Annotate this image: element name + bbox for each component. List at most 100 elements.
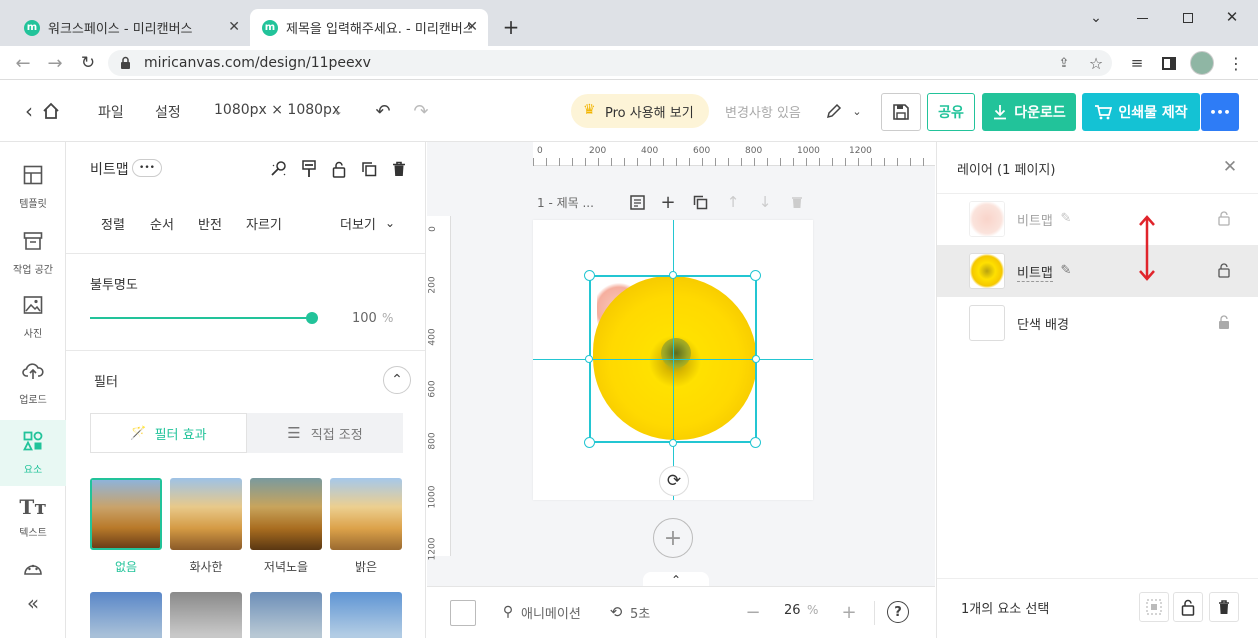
lock-selection-icon[interactable] bbox=[1173, 592, 1203, 622]
layer-row-background[interactable]: 단색 배경 bbox=[937, 297, 1258, 349]
resize-handle-w[interactable] bbox=[585, 355, 593, 363]
filter-thumb-none[interactable] bbox=[90, 478, 162, 550]
filter-thumb-sunset[interactable] bbox=[250, 478, 322, 550]
duplicate-icon[interactable] bbox=[357, 158, 381, 180]
help-icon[interactable]: ? bbox=[887, 601, 909, 623]
save-button[interactable] bbox=[881, 93, 921, 131]
resize-handle-sw[interactable] bbox=[584, 437, 595, 448]
tab-filter-effect[interactable]: 🪄 필터 효과 bbox=[90, 413, 247, 453]
browser-tab-workspace[interactable]: m 워크스페이스 - 미리캔버스 ✕ bbox=[12, 9, 250, 46]
new-tab-icon[interactable]: + bbox=[500, 15, 522, 39]
share-page-icon[interactable]: ⇪ bbox=[1054, 53, 1074, 73]
close-tab-icon[interactable]: ✕ bbox=[228, 19, 240, 35]
profile-avatar[interactable] bbox=[1190, 51, 1214, 75]
pen-tool-icon[interactable] bbox=[824, 100, 844, 122]
zoom-out-icon[interactable]: − bbox=[743, 602, 763, 623]
nav-photo[interactable]: 사진 bbox=[0, 286, 66, 348]
page-memo-icon[interactable] bbox=[627, 192, 647, 212]
layer-name[interactable]: 비트맵 bbox=[1017, 210, 1053, 229]
layer-lock-icon[interactable] bbox=[1215, 312, 1233, 332]
filter-thumb[interactable] bbox=[170, 592, 242, 638]
tool-crop[interactable]: 자르기 bbox=[246, 214, 282, 233]
duplicate-page-icon[interactable] bbox=[690, 192, 710, 212]
delete-selection-icon[interactable] bbox=[1209, 592, 1239, 622]
minimize-icon[interactable] bbox=[1132, 8, 1152, 28]
layer-name[interactable]: 단색 배경 bbox=[1017, 314, 1069, 333]
opacity-value[interactable]: 100 bbox=[352, 311, 377, 326]
resize-handle-s[interactable] bbox=[669, 439, 677, 447]
tab-search-chevron-icon[interactable]: ⌄ bbox=[1086, 8, 1106, 28]
lock-element-icon[interactable] bbox=[327, 158, 351, 180]
layer-row-pink-bitmap[interactable]: 비트맵 ✎ bbox=[937, 193, 1258, 245]
nav-upload[interactable]: 업로드 bbox=[0, 352, 66, 414]
layer-lock-icon[interactable] bbox=[1215, 260, 1233, 280]
resize-handle-n[interactable] bbox=[669, 271, 677, 279]
opacity-slider[interactable] bbox=[90, 312, 318, 324]
reload-icon[interactable]: ↻ bbox=[77, 52, 99, 74]
tool-align[interactable]: 정렬 bbox=[101, 214, 125, 233]
undo-icon[interactable]: ↶ bbox=[372, 100, 394, 122]
animation-button[interactable]: 애니메이션 bbox=[521, 603, 581, 622]
rotate-handle-icon[interactable]: ⟳ bbox=[659, 466, 689, 496]
menu-settings[interactable]: 설정 bbox=[155, 102, 181, 122]
style-copy-icon[interactable] bbox=[297, 158, 321, 180]
move-page-up-icon[interactable]: ↑ bbox=[723, 192, 743, 212]
layer-lock-icon[interactable] bbox=[1215, 208, 1233, 228]
reading-list-icon[interactable]: ≡ bbox=[1126, 52, 1148, 74]
delete-page-icon[interactable] bbox=[787, 192, 807, 212]
resize-handle-se[interactable] bbox=[750, 437, 761, 448]
filter-thumb[interactable] bbox=[90, 592, 162, 638]
size-chevron-icon[interactable]: ⌄ bbox=[330, 100, 346, 122]
nav-elements[interactable]: 요소 bbox=[0, 420, 66, 486]
layer-row-yellow-bitmap[interactable]: 비트맵 ✎ bbox=[937, 245, 1258, 297]
filter-thumb[interactable] bbox=[250, 592, 322, 638]
download-button[interactable]: 다운로드 bbox=[982, 93, 1076, 131]
print-order-button[interactable]: 인쇄물 제작 bbox=[1082, 93, 1200, 131]
collapse-nav-icon[interactable]: « bbox=[22, 591, 44, 615]
nav-text[interactable]: Tт 텍스트 bbox=[0, 486, 66, 548]
resize-handle-ne[interactable] bbox=[750, 270, 761, 281]
opacity-slider-knob[interactable] bbox=[306, 312, 318, 324]
share-button[interactable]: 공유 bbox=[927, 93, 975, 131]
nav-workspace[interactable]: 작업 공간 bbox=[0, 222, 66, 284]
close-tab-icon[interactable]: ✕ bbox=[466, 19, 478, 35]
back-icon[interactable]: ← bbox=[12, 52, 34, 74]
bookmark-star-icon[interactable]: ☆ bbox=[1086, 53, 1106, 73]
zoom-value[interactable]: 26 bbox=[784, 603, 801, 618]
home-icon[interactable] bbox=[40, 100, 62, 122]
palette-icon[interactable] bbox=[22, 558, 44, 578]
filter-thumb[interactable] bbox=[330, 592, 402, 638]
redo-icon[interactable]: ↷ bbox=[410, 100, 432, 122]
page-label[interactable]: 1 - 제목 ... bbox=[537, 194, 594, 211]
delete-icon[interactable] bbox=[387, 158, 411, 180]
layer-name[interactable]: 비트맵 bbox=[1017, 262, 1053, 282]
url-field[interactable]: miricanvas.com/design/11peexv ⇪ ☆ bbox=[108, 50, 1112, 76]
forward-icon[interactable]: → bbox=[44, 52, 66, 74]
title-more-button[interactable]: ••• bbox=[132, 159, 162, 177]
move-page-down-icon[interactable]: ↓ bbox=[755, 192, 775, 212]
collapse-filter-icon[interactable]: ⌃ bbox=[383, 366, 411, 394]
animate-magic-icon[interactable] bbox=[267, 158, 291, 180]
menu-file[interactable]: 파일 bbox=[98, 102, 124, 122]
canvas-size-select[interactable]: 1080px × 1080px bbox=[214, 102, 340, 118]
selection-box[interactable] bbox=[589, 275, 757, 443]
zoom-in-icon[interactable]: + bbox=[839, 602, 859, 623]
filter-thumb-light[interactable] bbox=[330, 478, 402, 550]
pen-chevron-icon[interactable]: ⌄ bbox=[850, 100, 864, 122]
filter-thumb-bright[interactable] bbox=[170, 478, 242, 550]
back-chevron-icon[interactable]: ‹ bbox=[22, 99, 36, 123]
resize-handle-e[interactable] bbox=[752, 355, 760, 363]
rename-pencil-icon[interactable]: ✎ bbox=[1057, 261, 1075, 279]
close-layers-icon[interactable]: ✕ bbox=[1219, 156, 1241, 178]
tool-order[interactable]: 순서 bbox=[150, 214, 174, 233]
tab-direct-adjust[interactable]: ☰ 직접 조정 bbox=[247, 413, 403, 453]
add-page-button[interactable]: + bbox=[653, 518, 693, 558]
browser-menu-icon[interactable]: ⋮ bbox=[1226, 52, 1246, 74]
more-chevron-icon[interactable]: ⌄ bbox=[383, 214, 397, 232]
resize-handle-nw[interactable] bbox=[584, 270, 595, 281]
maximize-icon[interactable] bbox=[1178, 8, 1198, 28]
pro-trial-button[interactable]: ♛ Pro 사용해 보기 bbox=[571, 94, 709, 128]
side-panel-icon[interactable] bbox=[1158, 52, 1180, 74]
page-color-swatch[interactable] bbox=[450, 600, 476, 626]
more-options-button[interactable]: ••• bbox=[1201, 93, 1239, 131]
